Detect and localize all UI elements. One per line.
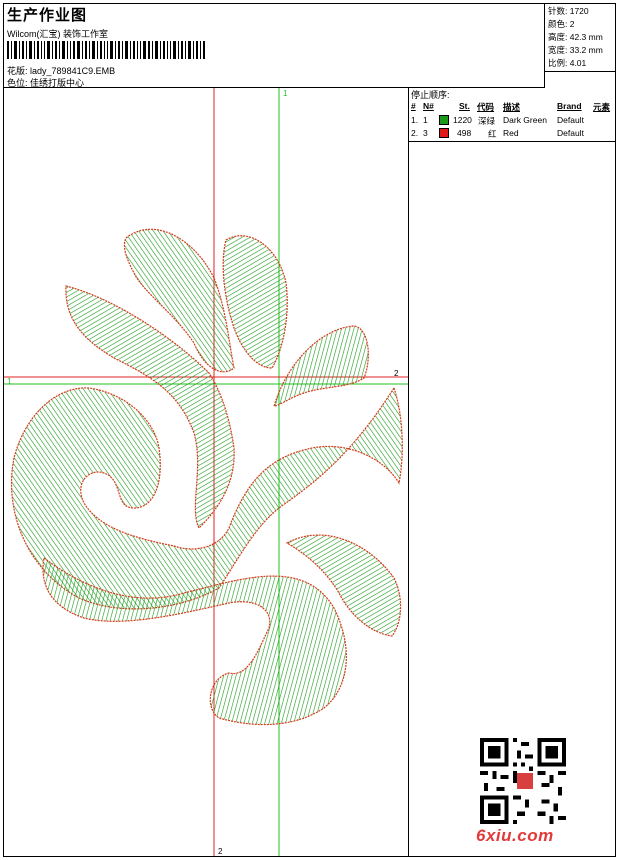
guide-label-right: 2 bbox=[394, 369, 399, 378]
row-n: 3 bbox=[423, 128, 428, 138]
stop-sequence-panel: 停止顺序: # N# St. 代码 描述 Brand 元素 1. 1 1220 … bbox=[408, 88, 616, 142]
col-header-element: 元素 bbox=[593, 102, 611, 112]
sheet-title: 生产作业图 bbox=[7, 7, 88, 24]
col-header-n: N# bbox=[423, 101, 434, 111]
col-header-index: # bbox=[411, 101, 416, 111]
embroidery-preview: 1 1 2 2 bbox=[4, 88, 408, 856]
stat-scale: 比例: 4.01 bbox=[548, 58, 587, 68]
design-file-label: 花版: bbox=[7, 66, 28, 76]
col-header-description: 描述 bbox=[503, 102, 521, 112]
row-brand: Default bbox=[557, 115, 584, 125]
stat-stitches: 针数: 1720 bbox=[548, 6, 589, 16]
col-header-code: 代码 bbox=[477, 102, 495, 112]
barcode-image bbox=[7, 41, 205, 59]
stat-height: 高度: 42.3 mm bbox=[548, 32, 603, 42]
guide-label-top: 1 bbox=[283, 89, 288, 98]
watermark-text: 6xiu.com bbox=[476, 826, 554, 845]
qr-code-image bbox=[480, 738, 566, 824]
petal-right-small bbox=[273, 325, 369, 407]
studio-name: Wilcom(汇宝) 装饰工作室 bbox=[7, 29, 108, 39]
row-n: 1 bbox=[423, 115, 428, 125]
stop-sequence-title: 停止顺序: bbox=[411, 90, 450, 100]
color-position-value: 佳绣打版中心 bbox=[30, 78, 85, 88]
col-header-brand: Brand bbox=[557, 101, 582, 111]
stat-colors: 颜色: 2 bbox=[548, 19, 575, 29]
header-info: 生产作业图 Wilcom(汇宝) 装饰工作室 花版: lady_789841C9… bbox=[3, 3, 545, 88]
row-code: 红 bbox=[488, 129, 497, 139]
guide-label-left: 1 bbox=[7, 377, 12, 386]
row-index: 1. bbox=[411, 115, 419, 125]
col-header-stitches: St. bbox=[459, 101, 470, 111]
row-index: 2. bbox=[411, 128, 419, 138]
panel-divider bbox=[408, 142, 409, 857]
color-position-label: 色位: bbox=[7, 78, 28, 88]
color-swatch-green bbox=[439, 115, 449, 125]
design-file-name: lady_789841C9.EMB bbox=[30, 66, 116, 76]
color-swatch-red bbox=[439, 128, 449, 138]
row-stitches: 1220 bbox=[453, 115, 472, 125]
design-stats: 针数: 1720 颜色: 2 高度: 42.3 mm 宽度: 33.2 mm 比… bbox=[545, 3, 616, 72]
petal-top-2 bbox=[222, 235, 288, 369]
row-stitches: 498 bbox=[457, 128, 472, 138]
row-description: Red bbox=[503, 128, 519, 138]
stat-width: 宽度: 33.2 mm bbox=[548, 45, 603, 55]
row-description: Dark Green bbox=[503, 115, 547, 125]
guide-label-bottom: 2 bbox=[218, 847, 223, 856]
row-code: 深绿 bbox=[478, 116, 496, 126]
row-brand: Default bbox=[557, 128, 584, 138]
